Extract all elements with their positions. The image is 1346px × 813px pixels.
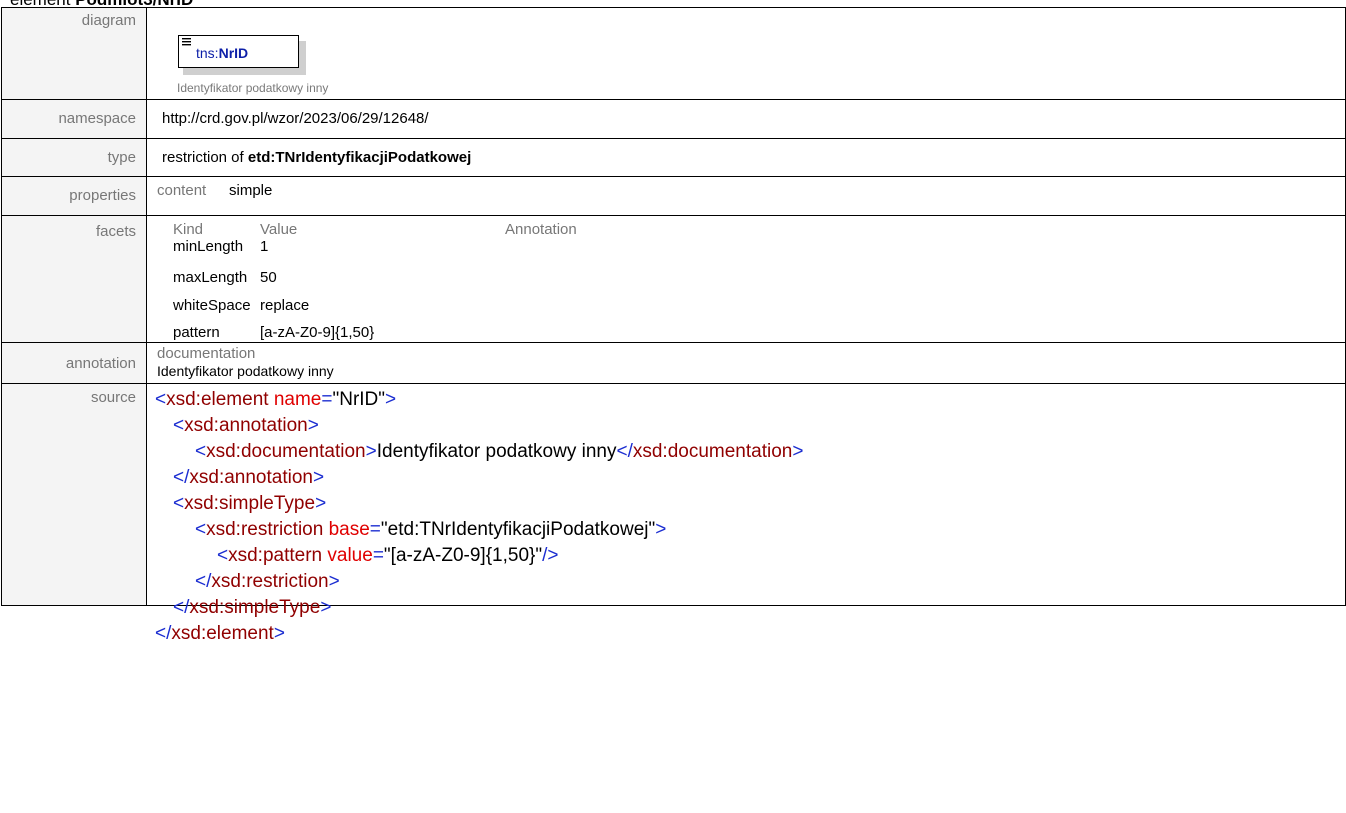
code-line: <xsd:simpleType> xyxy=(173,493,327,514)
element-lines-icon xyxy=(182,38,191,46)
facet-kind: minLength xyxy=(173,238,244,255)
facet-kind: pattern xyxy=(173,324,220,341)
annotation-key: documentation xyxy=(157,345,256,362)
source-code: <xsd:element name="NrID"> <xsd:annotatio… xyxy=(147,384,1345,644)
facets-label: facets xyxy=(1,215,147,343)
facets-row: facets Kind Value Annotation minLength 1… xyxy=(1,215,1346,343)
facets-table: Kind Value Annotation minLength 1 maxLen… xyxy=(147,216,1345,342)
annotation-value: Identyfikator podatkowy inny xyxy=(157,363,334,379)
property-key: content xyxy=(157,182,207,199)
namespace-label: namespace xyxy=(1,99,147,139)
code-line: <xsd:element name="NrID"> xyxy=(155,389,397,410)
facet-kind: maxLength xyxy=(173,269,248,286)
code-line: </xsd:element> xyxy=(155,623,285,644)
property-value: simple xyxy=(229,182,273,199)
diagram-row: diagram tns:NrID Identyfikator podatkowy… xyxy=(1,7,1346,100)
properties-label: properties xyxy=(1,176,147,216)
diagram-element-box[interactable]: tns:NrID xyxy=(178,35,299,68)
annotation-row: annotation documentation Identyfikator p… xyxy=(1,342,1346,384)
code-line: <xsd:restriction base="etd:TNrIdentyfika… xyxy=(195,519,667,540)
properties-row: properties content simple xyxy=(1,176,1346,216)
diagram-documentation: Identyfikator podatkowy inny xyxy=(177,81,329,95)
code-line: </xsd:restriction> xyxy=(195,571,340,592)
code-line: <xsd:documentation>Identyfikator podatko… xyxy=(195,441,804,462)
diagram-area: tns:NrID Identyfikator podatkowy inny xyxy=(147,8,1345,99)
code-line: </xsd:annotation> xyxy=(173,467,325,488)
annotation-content: documentation Identyfikator podatkowy in… xyxy=(147,343,1345,383)
facet-value: 50 xyxy=(260,269,277,286)
type-row: type restriction of etd:TNrIdentyfikacji… xyxy=(1,138,1346,177)
namespace-row: namespace http://crd.gov.pl/wzor/2023/06… xyxy=(1,99,1346,139)
diagram-label: diagram xyxy=(1,7,147,100)
facets-header-kind: Kind xyxy=(173,221,204,238)
type-value: restriction of etd:TNrIdentyfikacjiPodat… xyxy=(146,138,1346,177)
type-base-link[interactable]: etd:TNrIdentyfikacjiPodatkowej xyxy=(248,149,471,166)
facets-header-annotation: Annotation xyxy=(505,221,577,238)
facet-kind: whiteSpace xyxy=(173,297,251,314)
facet-value: replace xyxy=(260,297,310,314)
type-label: type xyxy=(1,138,147,177)
annotation-label: annotation xyxy=(1,342,147,384)
element-doc-table: diagram tns:NrID Identyfikator podatkowy… xyxy=(1,7,1346,644)
facet-value: [a-zA-Z0-9]{1,50} xyxy=(260,324,375,341)
code-line: <xsd:annotation> xyxy=(173,415,319,436)
source-row: source <xsd:element name="NrID"> <xsd:an… xyxy=(1,383,1346,644)
type-prefix: restriction of xyxy=(162,149,248,166)
source-label: source xyxy=(1,383,147,606)
properties-content: content simple xyxy=(147,177,1345,215)
facets-header-value: Value xyxy=(260,221,298,238)
facet-value: 1 xyxy=(260,238,269,255)
code-line: </xsd:simpleType> xyxy=(173,597,332,618)
diagram-element-name: tns:NrID xyxy=(196,45,249,61)
code-line: <xsd:pattern value="[a-zA-Z0-9]{1,50}"/> xyxy=(217,545,559,566)
namespace-value: http://crd.gov.pl/wzor/2023/06/29/12648/ xyxy=(146,99,1346,139)
